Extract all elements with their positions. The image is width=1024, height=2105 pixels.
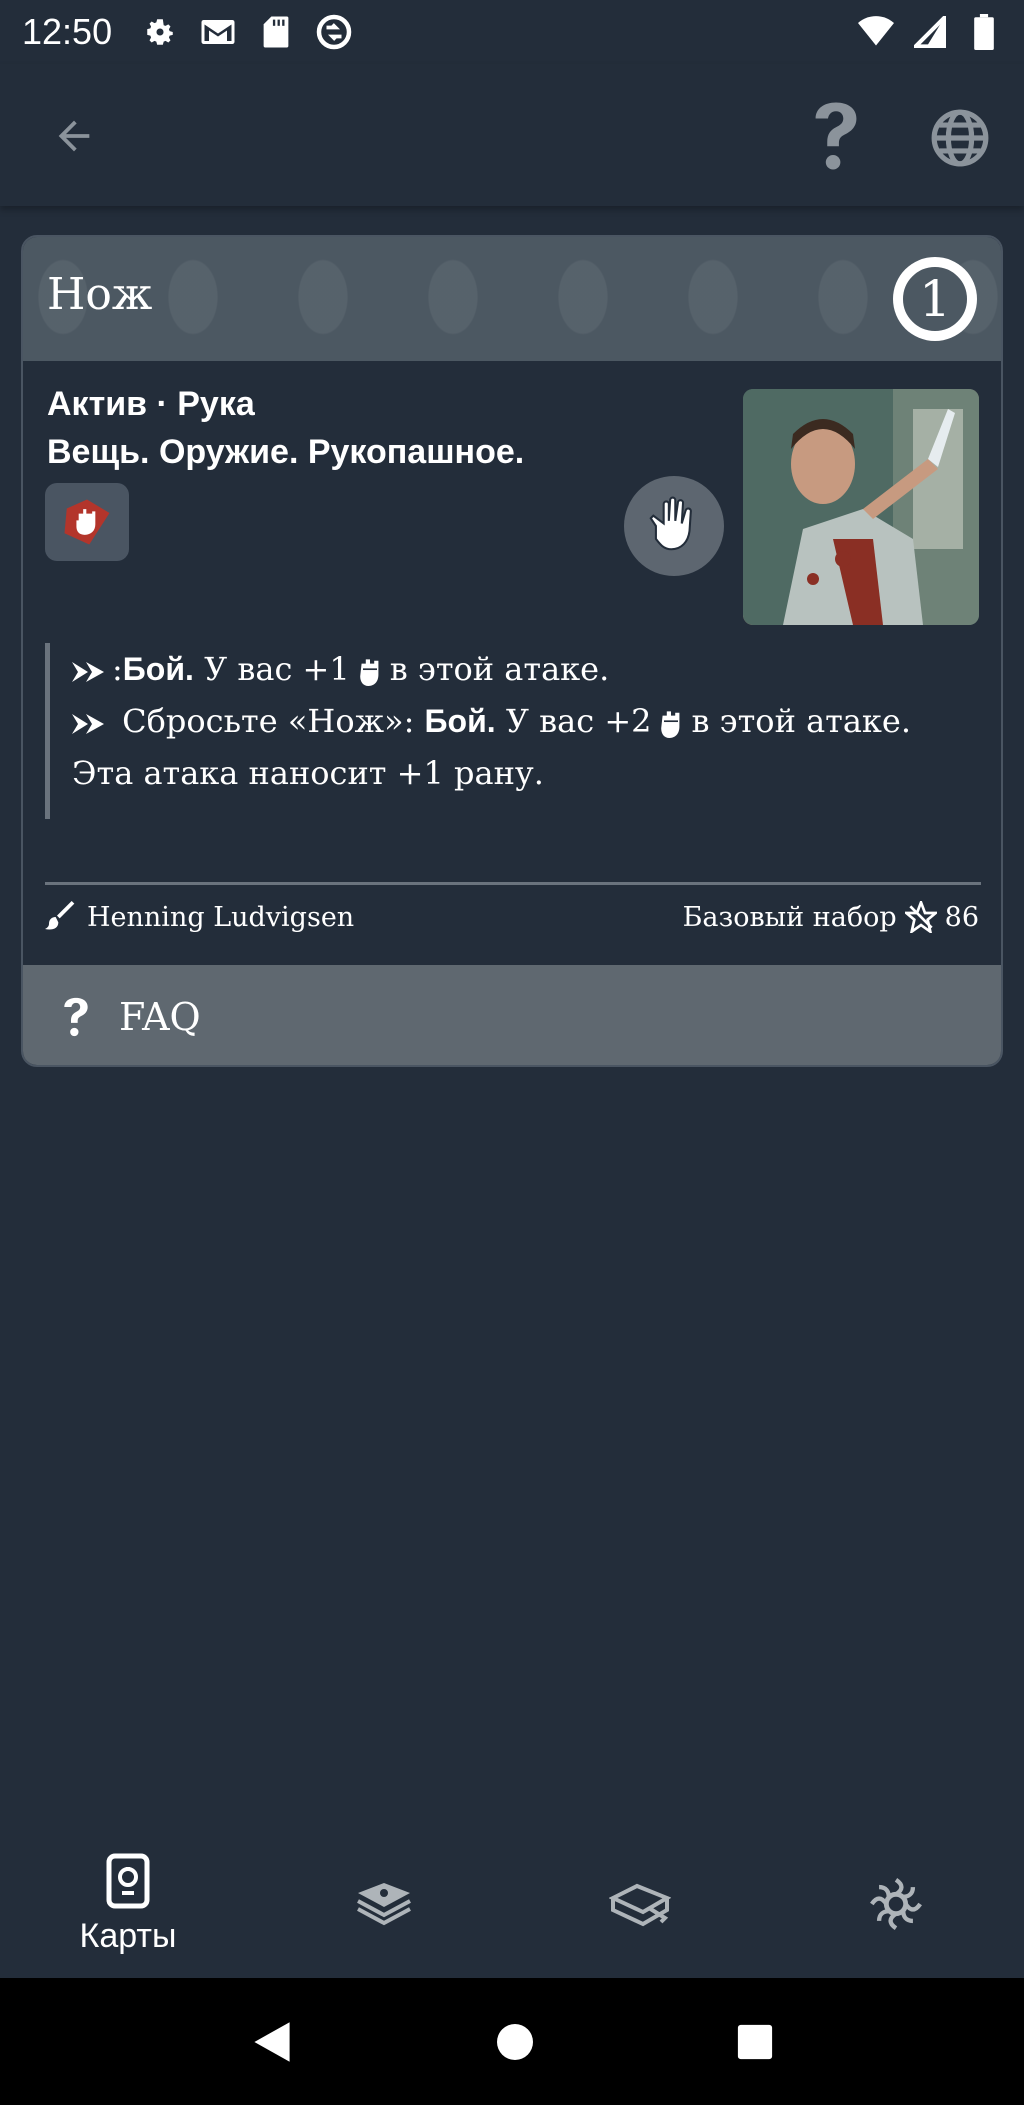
pack-info: Базовый набор 86 [683, 901, 979, 933]
back-arrow-icon [58, 120, 90, 152]
card-title: Нож [47, 269, 153, 320]
divider [45, 882, 981, 885]
hand-icon [649, 496, 692, 551]
card-art-image[interactable] [743, 389, 979, 625]
rules-book-icon [609, 1883, 671, 1927]
card-detail: Нож 1 Актив · Рука Вещь. Оружие. Рукопаш… [21, 235, 1003, 1067]
fist-icon [64, 499, 110, 545]
card-ability-text: :Бой. У вас +1 в этой атаке. Сбросьте «Но… [45, 643, 981, 819]
nav-decks[interactable] [256, 1830, 512, 1978]
battery-icon [966, 14, 1002, 50]
nav-rules[interactable] [512, 1830, 768, 1978]
status-time: 12:50 [22, 11, 113, 52]
nav-cards[interactable]: Карты [0, 1830, 256, 1978]
bottom-navigation: Карты [0, 1830, 1024, 1978]
nav-portal[interactable] [768, 1830, 1024, 1978]
guardian-class-icon [45, 483, 129, 561]
paintbrush-icon [45, 901, 75, 930]
status-bar: 12:50 [0, 0, 1024, 64]
gmail-icon [200, 14, 236, 50]
back-button[interactable] [44, 106, 104, 166]
portal-icon [870, 1878, 922, 1930]
action-arrow-icon [72, 713, 104, 734]
question-icon [64, 997, 88, 1037]
sd-card-icon [258, 14, 294, 50]
language-button[interactable] [926, 104, 994, 172]
card-type-line: Актив · Рука [47, 385, 255, 423]
artist-credit: Henning Ludvigsen [45, 901, 354, 933]
ability-line-1: :Бой. У вас +1 в этой атаке. [72, 643, 981, 695]
combat-icon [359, 658, 379, 686]
core-set-icon [904, 901, 937, 933]
help-button[interactable] [800, 98, 872, 174]
settings-icon [142, 14, 178, 50]
card-header: Нож 1 [23, 237, 1001, 361]
card-traits: Вещь. Оружие. Рукопашное. [47, 433, 525, 471]
card-number: 86 [944, 901, 979, 933]
decks-icon [357, 1883, 411, 1926]
wifi-icon [858, 14, 894, 50]
globe-icon [931, 109, 989, 167]
hand-slot-icon [624, 476, 724, 576]
cost-badge: 1 [893, 257, 977, 341]
ability-line-3: Эта атака наносит +1 рану. [72, 754, 544, 792]
cost-value: 1 [900, 264, 970, 334]
system-home-icon[interactable] [495, 2022, 535, 2062]
app-bar [0, 64, 1024, 206]
signal-icon [912, 14, 948, 50]
cards-icon [106, 1853, 150, 1908]
pack-name: Базовый набор [682, 901, 897, 933]
combat-icon [661, 710, 680, 738]
system-recents-icon[interactable] [736, 2023, 774, 2061]
system-back-icon[interactable] [250, 2020, 294, 2064]
ability-line-2: Сбросьте «Нож»: Бой. У вас +2 в этой атак… [72, 695, 981, 747]
nav-cards-label: Карты [79, 1916, 177, 1955]
faq-label: FAQ [119, 995, 201, 1039]
sync-icon [316, 14, 352, 50]
system-navigation-bar [0, 1978, 1024, 2105]
action-arrow-icon [72, 661, 104, 682]
help-icon [815, 102, 857, 170]
faq-button[interactable]: FAQ [23, 965, 1001, 1065]
artist-name: Henning Ludvigsen [87, 901, 355, 933]
